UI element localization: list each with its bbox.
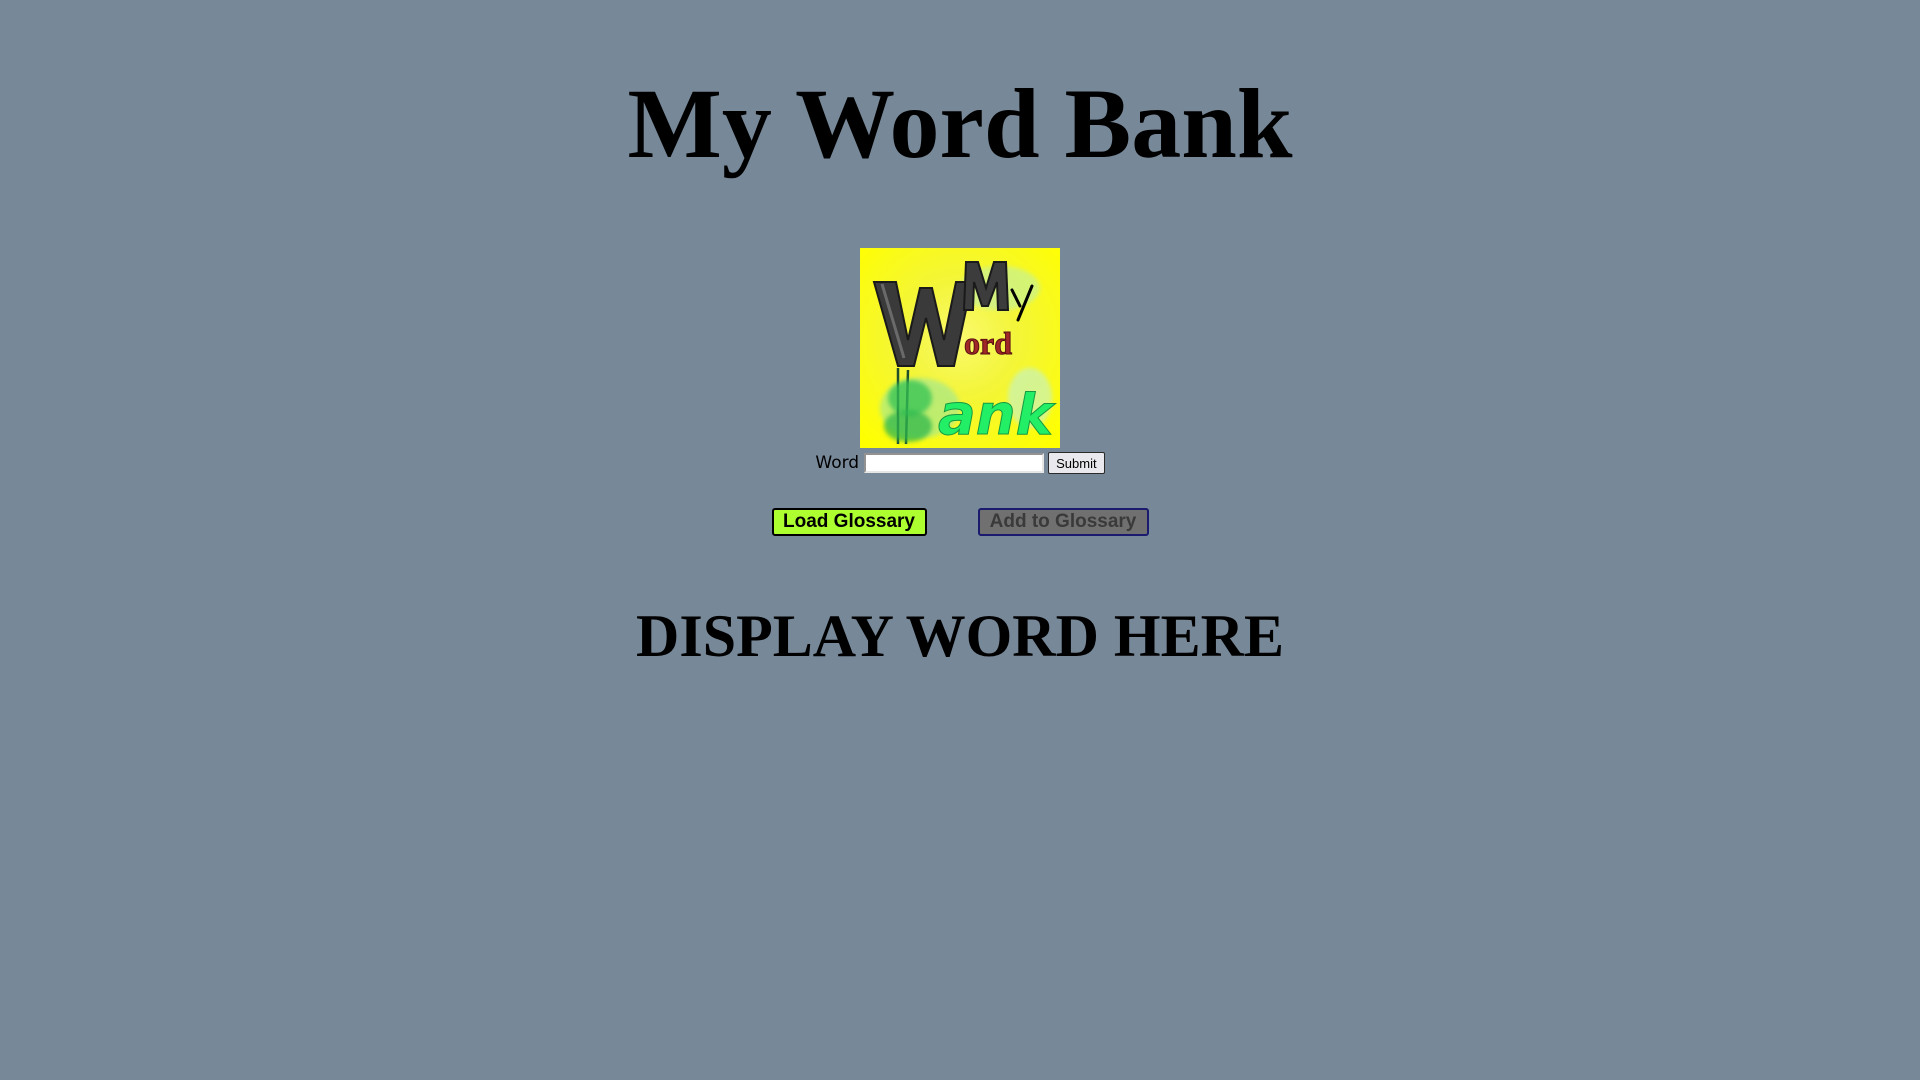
word-form: Word Submit	[0, 452, 1920, 474]
load-glossary-button[interactable]: Load Glossary	[771, 508, 927, 536]
word-label: Word	[815, 453, 860, 473]
submit-button[interactable]: Submit	[1048, 452, 1105, 474]
page: My Word Bank ord ank Word Submit Load Gl…	[0, 0, 1920, 1080]
glossary-actions: Load Glossary Add to Glossary	[0, 508, 1920, 536]
svg-text:ank: ank	[938, 383, 1057, 448]
word-bank-logo: ord ank	[860, 248, 1060, 448]
page-title: My Word Bank	[627, 68, 1293, 179]
add-to-glossary-button[interactable]: Add to Glossary	[977, 508, 1149, 536]
word-input[interactable]	[864, 453, 1045, 473]
svg-text:ord: ord	[964, 325, 1012, 361]
word-display: DISPLAY WORD HERE	[636, 603, 1284, 669]
